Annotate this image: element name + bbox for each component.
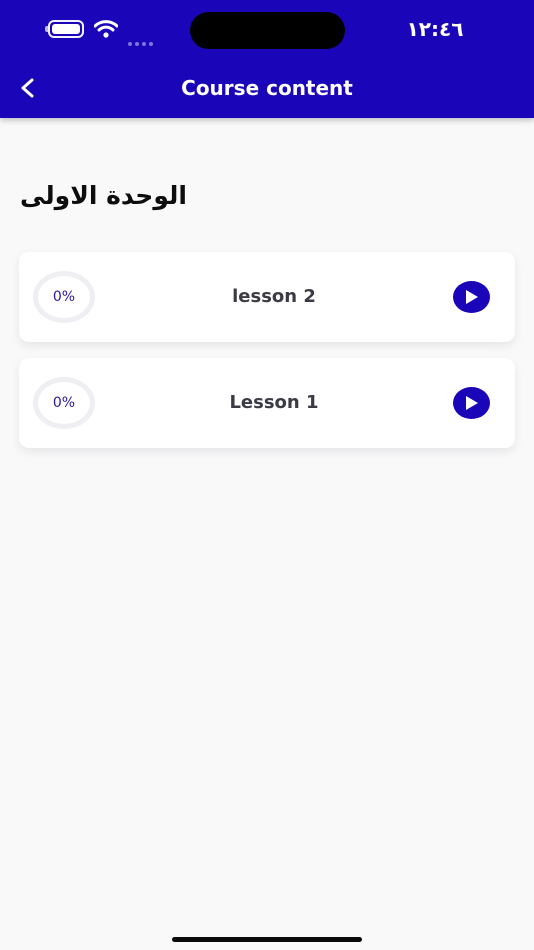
- unit-title: الوحدة الاولى: [20, 181, 187, 210]
- progress-percent: 0%: [52, 289, 76, 305]
- app-header: ١٢:٤٦ Course content: [0, 0, 534, 118]
- progress-percent: 0%: [52, 395, 76, 411]
- dynamic-island: [190, 12, 345, 49]
- cellular-signal-icon: [128, 31, 156, 46]
- progress-indicator: 0%: [33, 271, 95, 323]
- status-time: ١٢:٤٦: [406, 17, 464, 41]
- lesson-title: lesson 2: [232, 286, 316, 307]
- page-title: Course content: [181, 76, 353, 100]
- play-button[interactable]: [453, 281, 490, 313]
- wifi-icon: [93, 19, 119, 39]
- chevron-left-icon: [21, 78, 34, 98]
- back-button[interactable]: [10, 70, 46, 106]
- battery-icon: [45, 20, 84, 38]
- home-indicator[interactable]: [172, 937, 362, 942]
- progress-indicator: 0%: [33, 377, 95, 429]
- lesson-card[interactable]: 0% Lesson 1: [19, 358, 515, 448]
- play-icon: [466, 290, 478, 304]
- lesson-title: Lesson 1: [229, 392, 319, 413]
- status-bar: ١٢:٤٦: [0, 0, 534, 60]
- play-button[interactable]: [453, 387, 490, 419]
- navigation-bar: Course content: [0, 60, 534, 118]
- lesson-card[interactable]: 0% lesson 2: [19, 252, 515, 342]
- play-icon: [466, 396, 478, 410]
